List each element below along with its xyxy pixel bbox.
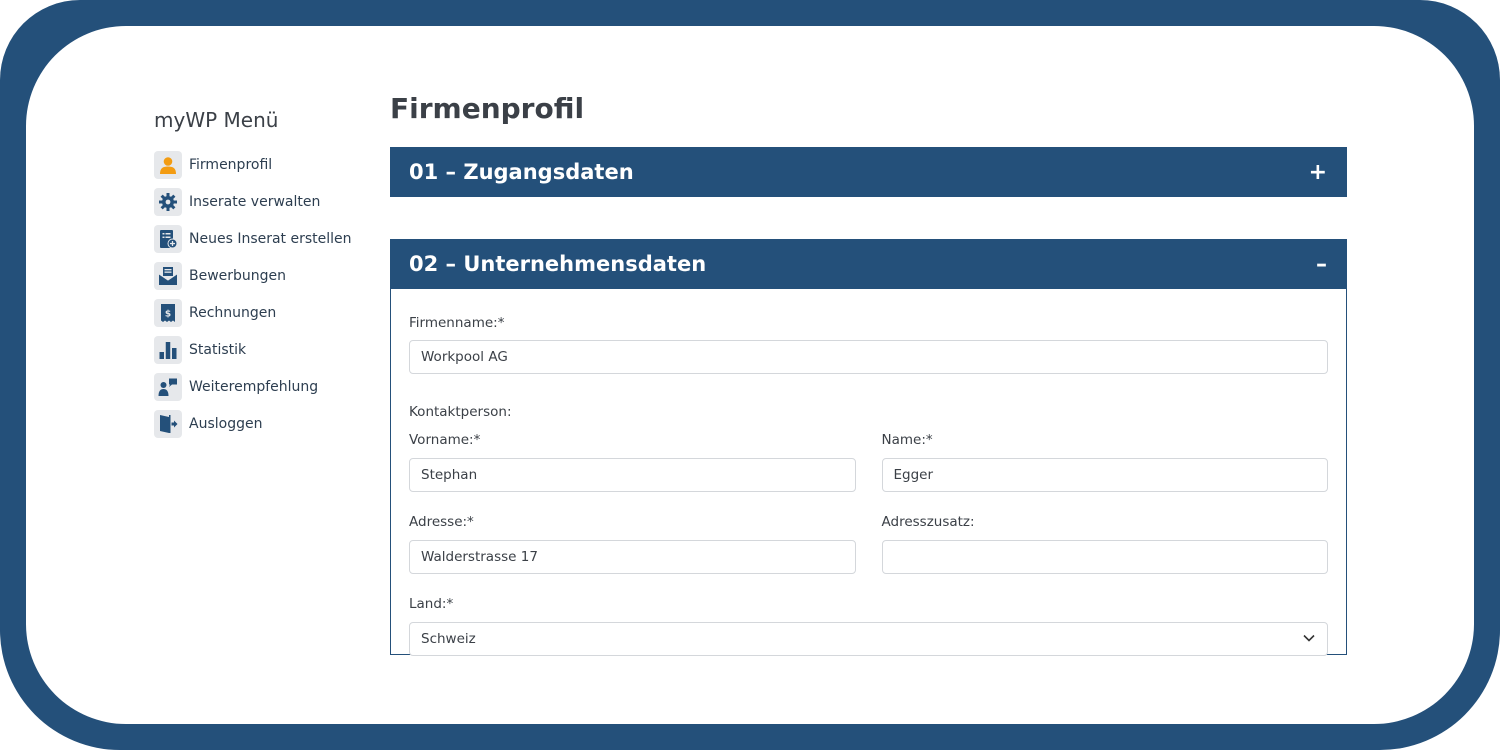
sidebar-item-ausloggen[interactable]: Ausloggen <box>154 405 374 442</box>
country-select-value[interactable]: Schweiz <box>409 622 1328 656</box>
sidebar-item-rechnungen[interactable]: $ Rechnungen <box>154 294 374 331</box>
sidebar-item-inserate-verwalten[interactable]: Inserate verwalten <box>154 183 374 220</box>
country-select[interactable]: Schweiz <box>409 622 1328 656</box>
sidebar-item-label: Bewerbungen <box>189 267 287 284</box>
expand-icon[interactable]: + <box>1309 160 1327 185</box>
sidebar-item-weiterempfehlung[interactable]: Weiterempfehlung <box>154 368 374 405</box>
new-listing-icon <box>154 224 182 253</box>
invoice-icon: $ <box>154 298 182 327</box>
content-area: myWP Menü Firmenprofil Inserate verwalte… <box>26 26 1474 724</box>
accordion-header-zugangsdaten[interactable]: 01 – Zugangsdaten + <box>390 147 1347 197</box>
sidebar-item-firmenprofil[interactable]: Firmenprofil <box>154 146 374 183</box>
chevron-down-icon <box>1303 634 1315 642</box>
menu-title: myWP Menü <box>154 108 279 132</box>
country-label: Land:* <box>409 596 454 612</box>
gear-icon <box>154 187 182 216</box>
sidebar-item-bewerbungen[interactable]: Bewerbungen <box>154 257 374 294</box>
address-input[interactable]: Walderstrasse 17 <box>409 540 856 574</box>
address-extra-input[interactable] <box>881 540 1328 574</box>
bar-chart-icon <box>154 335 182 364</box>
sidebar-item-label: Statistik <box>189 341 247 358</box>
sidebar-item-label: Weiterempfehlung <box>189 378 319 395</box>
unternehmensdaten-form: Firmenname:* Workpool AG Kontaktperson: … <box>390 289 1347 656</box>
sidebar-item-statistik[interactable]: Statistik <box>154 331 374 368</box>
sidebar-item-label: Rechnungen <box>189 304 277 321</box>
company-name-input[interactable]: Workpool AG <box>409 340 1328 374</box>
recommend-icon <box>154 372 182 401</box>
contact-person-label: Kontaktperson: <box>409 404 512 420</box>
address-label: Adresse:* <box>409 514 474 530</box>
sidebar-item-label: Firmenprofil <box>189 156 273 173</box>
svg-text:$: $ <box>165 309 171 319</box>
company-name-label: Firmenname:* <box>409 315 505 331</box>
user-icon <box>154 150 182 179</box>
accordion-title: 02 – Unternehmensdaten <box>409 252 707 276</box>
envelope-icon <box>154 261 182 290</box>
accordion-header-unternehmensdaten[interactable]: 02 – Unternehmensdaten – <box>390 239 1347 289</box>
sidebar-item-label: Neues Inserat erstellen <box>189 230 352 247</box>
main-content: Firmenprofil 01 – Zugangsdaten + 02 – Un… <box>390 92 1347 656</box>
firstname-input[interactable]: Stephan <box>409 458 856 492</box>
lastname-label: Name:* <box>881 432 933 448</box>
sidebar-item-neues-inserat[interactable]: Neues Inserat erstellen <box>154 220 374 257</box>
page-title: Firmenprofil <box>390 92 585 125</box>
sidebar-menu: myWP Menü Firmenprofil Inserate verwalte… <box>154 108 374 442</box>
lastname-input[interactable]: Egger <box>881 458 1328 492</box>
accordion-title: 01 – Zugangsdaten <box>409 160 634 184</box>
collapse-icon[interactable]: – <box>1316 252 1327 277</box>
sidebar-item-label: Ausloggen <box>189 415 263 432</box>
logout-door-icon <box>154 409 182 438</box>
firstname-label: Vorname:* <box>409 432 481 448</box>
sidebar-item-label: Inserate verwalten <box>189 193 321 210</box>
address-extra-label: Adresszusatz: <box>881 514 975 530</box>
